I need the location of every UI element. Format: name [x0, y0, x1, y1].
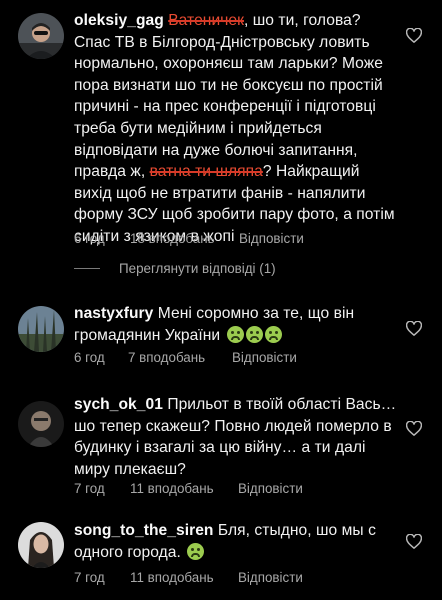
- view-replies-button[interactable]: Переглянути відповіді (1): [74, 261, 276, 276]
- comment-body: oleksiy_gag Ватеничек, шо ти, голова? Сп…: [74, 10, 400, 248]
- comment-time: 7 год: [74, 481, 105, 496]
- reply-button[interactable]: Відповісти: [239, 231, 304, 246]
- comment-username[interactable]: sych_ok_01: [74, 396, 163, 413]
- like-heart-icon[interactable]: [406, 28, 422, 43]
- view-replies-label[interactable]: Переглянути відповіді (1): [119, 261, 276, 276]
- comment-song-to-the-siren: song_to_the_siren Бля, стыдно, шо мы с о…: [0, 514, 442, 600]
- comment-meta: 7 год 11 вподобань Відповісти: [74, 481, 303, 496]
- comment-likes[interactable]: 11 вподобань: [130, 481, 238, 496]
- like-heart-icon[interactable]: [406, 321, 422, 336]
- comment-likes[interactable]: 11 вподобань: [130, 570, 238, 585]
- reply-button[interactable]: Відповісти: [232, 350, 297, 365]
- redacted-word: ватна ти шляпа: [149, 163, 263, 181]
- avatar-image: [18, 401, 64, 447]
- nauseated-face-icon: [226, 325, 244, 343]
- reply-button[interactable]: Відповісти: [238, 481, 303, 496]
- avatar-image: [18, 522, 64, 568]
- like-heart-icon[interactable]: [406, 534, 422, 549]
- comment-time: 6 год: [74, 231, 105, 246]
- avatar-nastyxfury[interactable]: [18, 306, 64, 352]
- avatar-song-to-the-siren[interactable]: [18, 522, 64, 568]
- replies-divider: [74, 268, 100, 269]
- like-heart-icon[interactable]: [406, 421, 422, 436]
- comment-username[interactable]: oleksiy_gag: [74, 12, 164, 29]
- comment-username[interactable]: song_to_the_siren: [74, 522, 214, 539]
- comment-meta: 7 год 11 вподобань Відповісти: [74, 570, 303, 585]
- comment-body: sych_ok_01 Прильот в твоїй області Вась……: [74, 394, 400, 480]
- comment-oleksiy-gag: oleksiy_gag Ватеничек, шо ти, голова? Сп…: [0, 0, 442, 260]
- comment-nastyxfury: nastyxfury Мені соромно за те, що він гр…: [0, 296, 442, 374]
- comment-sych-ok-01: sych_ok_01 Прильот в твоїй області Вась……: [0, 392, 442, 502]
- comment-time: 7 год: [74, 570, 105, 585]
- reply-button[interactable]: Відповісти: [238, 570, 303, 585]
- avatar-image: [18, 13, 64, 59]
- nauseated-face-icon: [187, 542, 205, 560]
- nauseated-face-icon: [264, 325, 282, 343]
- comment-time: 6 год: [74, 350, 105, 365]
- comment-likes[interactable]: 18 вподобань: [130, 231, 239, 246]
- comment-body: song_to_the_siren Бля, стыдно, шо мы с о…: [74, 520, 400, 563]
- avatar-sych-ok-01[interactable]: [18, 401, 64, 447]
- comment-body: nastyxfury Мені соромно за те, що він гр…: [74, 303, 384, 346]
- comment-text: , шо ти, голова? Спас ТВ в Білгород-Дніс…: [74, 12, 383, 181]
- comment-likes[interactable]: 7 вподобань: [128, 350, 232, 365]
- comment-meta: 6 год 7 вподобань Відповісти: [74, 350, 297, 365]
- redacted-word: Ватеничек: [168, 12, 244, 29]
- nauseated-face-icon: [245, 325, 263, 343]
- avatar-image: [18, 306, 64, 352]
- comment-meta: 6 год 18 вподобань Відповісти: [74, 231, 304, 246]
- avatar-oleksiy-gag[interactable]: [18, 13, 64, 59]
- comment-username[interactable]: nastyxfury: [74, 305, 153, 322]
